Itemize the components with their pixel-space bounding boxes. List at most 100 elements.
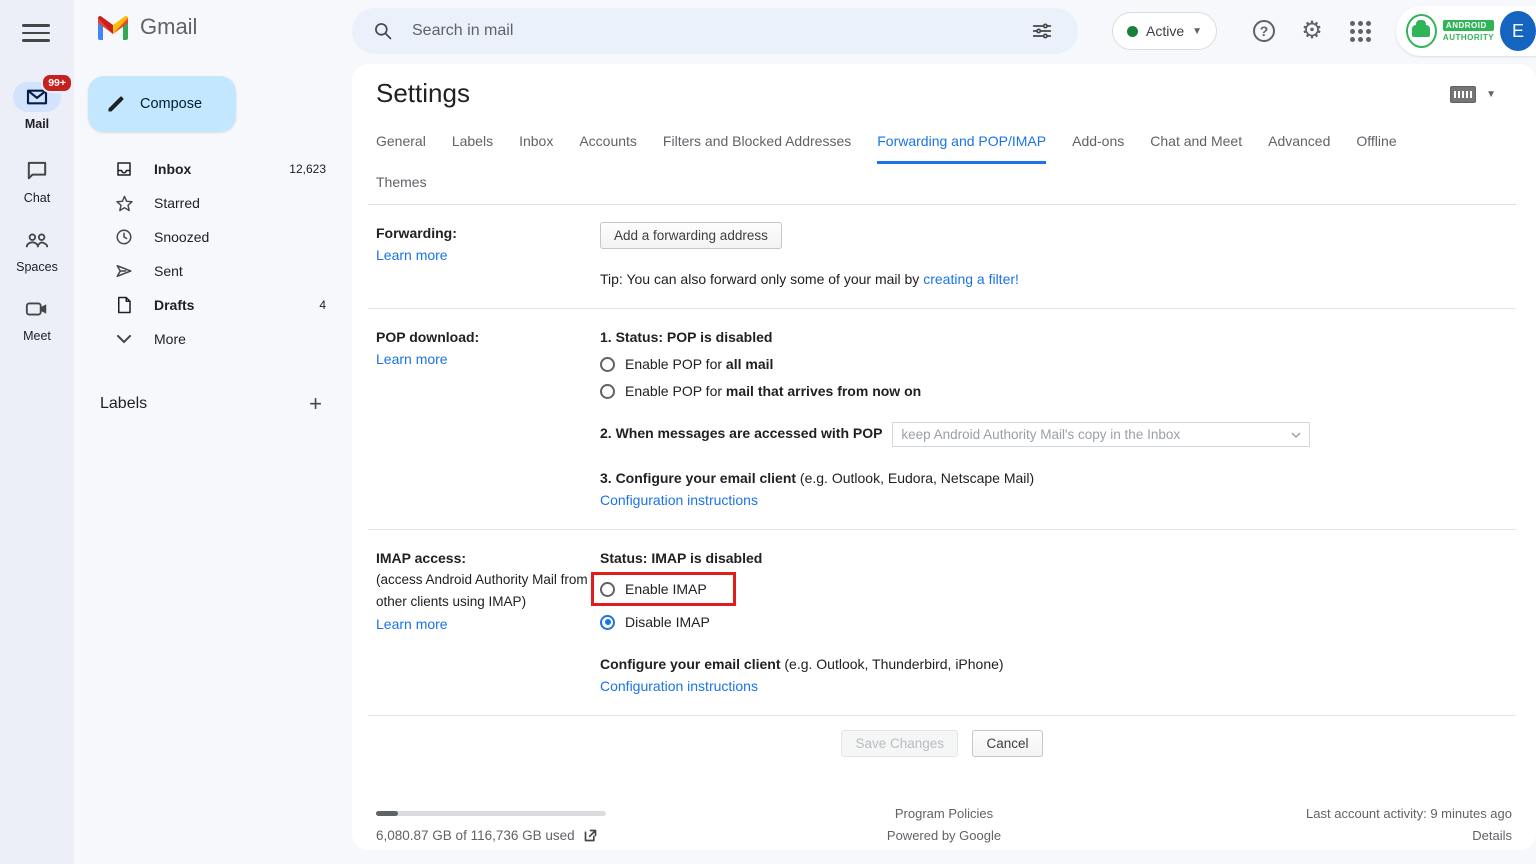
search-bar	[352, 8, 1078, 54]
tab-general[interactable]: General	[376, 133, 426, 164]
active-status-dot	[1127, 25, 1138, 37]
settings-tabs: General Labels Inbox Accounts Filters an…	[368, 109, 1516, 164]
settings-button[interactable]: ⚙	[1290, 9, 1334, 53]
enable-imap-highlight: Enable IMAP	[591, 572, 736, 606]
imap-configuration-instructions-link[interactable]: Configuration instructions	[600, 678, 758, 694]
rail-item-mail[interactable]: 99+ Mail	[0, 73, 74, 131]
search-icon[interactable]	[366, 14, 400, 48]
chevron-down-icon	[114, 329, 134, 349]
select-value: keep Android Authority Mail's copy in th…	[901, 426, 1181, 442]
sidebar-item-label: Snoozed	[154, 229, 210, 245]
tab-chat-and-meet[interactable]: Chat and Meet	[1150, 133, 1242, 164]
help-icon: ?	[1253, 20, 1275, 42]
sidebar-item-label: More	[154, 331, 186, 347]
pop-copy-behavior-select[interactable]: keep Android Authority Mail's copy in th…	[892, 422, 1311, 447]
create-label-button[interactable]: +	[309, 393, 322, 415]
star-icon	[114, 193, 134, 213]
powered-by-text: Powered by Google	[886, 828, 1002, 843]
sidebar-item-label: Sent	[154, 263, 183, 279]
activity-details-link[interactable]: Details	[1212, 825, 1512, 847]
tab-offline[interactable]: Offline	[1356, 133, 1396, 164]
sidebar-item-snoozed[interactable]: Snoozed	[74, 220, 352, 254]
sidebar-item-label: Drafts	[154, 297, 195, 313]
search-input[interactable]	[412, 22, 1020, 40]
meet-icon	[25, 300, 49, 318]
tab-inbox[interactable]: Inbox	[519, 133, 553, 164]
android-authority-logo	[1406, 14, 1437, 48]
sidebar-item-count: 12,623	[289, 162, 326, 176]
imap-sublabel: (access Android Authority Mail from othe…	[376, 572, 588, 609]
pop-label: POP download:	[376, 329, 480, 345]
mail-pill[interactable]: 99+	[13, 73, 73, 112]
pop-configuration-instructions-link[interactable]: Configuration instructions	[600, 492, 758, 508]
sidebar-item-more[interactable]: More	[74, 322, 352, 356]
brand-line-2: AUTHORITY	[1442, 33, 1495, 42]
chat-pill[interactable]	[13, 156, 61, 186]
add-forwarding-address-button[interactable]: Add a forwarding address	[600, 222, 782, 249]
help-button[interactable]: ?	[1242, 9, 1286, 53]
settings-panel: Settings ▼ General Labels Inbox Accounts…	[352, 64, 1536, 850]
tab-forwarding-pop-imap[interactable]: Forwarding and POP/IMAP	[877, 133, 1047, 164]
account-switcher[interactable]: ANDROID AUTHORITY E	[1396, 6, 1536, 56]
status-selector[interactable]: Active ▼	[1112, 12, 1218, 50]
enable-imap-radio[interactable]	[600, 581, 615, 597]
storage-progress-fill	[376, 811, 398, 816]
pop-download-section: POP download: Learn more 1. Status: POP …	[368, 309, 1516, 530]
sidebar-item-inbox[interactable]: Inbox 12,623	[74, 152, 352, 186]
gmail-m-icon	[96, 14, 130, 40]
rail-label-meet: Meet	[23, 329, 51, 343]
forwarding-tip-text: Tip: You can also forward only some of y…	[600, 271, 924, 287]
sidebar-item-sent[interactable]: Sent	[74, 254, 352, 288]
program-policies-link[interactable]: Program Policies	[676, 803, 1212, 825]
draft-icon	[114, 295, 134, 315]
forwarding-label: Forwarding:	[376, 225, 457, 241]
labels-header: Labels +	[74, 386, 352, 422]
tab-labels[interactable]: Labels	[452, 133, 493, 164]
rail-item-meet[interactable]: Meet	[0, 294, 74, 343]
sidebar-item-starred[interactable]: Starred	[74, 186, 352, 220]
tab-accounts[interactable]: Accounts	[579, 133, 637, 164]
spaces-icon	[25, 230, 49, 250]
keyboard-icon	[1450, 86, 1477, 103]
main-menu-button[interactable]	[22, 19, 50, 43]
radio-label: Enable POP for all mail	[625, 356, 774, 372]
creating-a-filter-link[interactable]: creating a filter!	[923, 271, 1019, 287]
disable-imap-radio[interactable]	[600, 614, 615, 630]
form-actions: Save Changes Cancel	[368, 716, 1516, 757]
disable-imap-label: Disable IMAP	[625, 614, 710, 630]
pop-configure-rest: (e.g. Outlook, Eudora, Netscape Mail)	[796, 470, 1035, 486]
imap-learn-more-link[interactable]: Learn more	[376, 616, 448, 632]
pop-configure-label: 3. Configure your email client	[600, 470, 797, 486]
avatar[interactable]: E	[1500, 11, 1536, 51]
compose-button[interactable]: Compose	[88, 76, 236, 132]
cancel-button[interactable]: Cancel	[972, 730, 1043, 757]
save-changes-button[interactable]: Save Changes	[841, 730, 959, 757]
search-options-icon[interactable]	[1020, 9, 1064, 53]
forwarding-learn-more-link[interactable]: Learn more	[376, 247, 448, 263]
tab-filters[interactable]: Filters and Blocked Addresses	[663, 133, 851, 164]
pop-status-text: 1. Status: POP is disabled	[600, 329, 773, 345]
chevron-down-icon: ▼	[1192, 25, 1203, 37]
rail-label-chat: Chat	[23, 191, 51, 205]
enable-pop-all-mail-radio[interactable]	[600, 356, 615, 372]
google-apps-button[interactable]	[1338, 9, 1382, 53]
tab-themes[interactable]: Themes	[376, 174, 427, 204]
sidebar-item-drafts[interactable]: Drafts 4	[74, 288, 352, 322]
spaces-pill[interactable]	[13, 225, 61, 255]
enable-pop-from-now-on-radio[interactable]	[600, 383, 615, 399]
tab-add-ons[interactable]: Add-ons	[1072, 133, 1124, 164]
rail-label-spaces: Spaces	[16, 260, 58, 274]
imap-status-text: Status: IMAP is disabled	[600, 550, 763, 566]
gmail-wordmark: Gmail	[140, 14, 198, 39]
meet-pill[interactable]	[13, 294, 61, 324]
imap-label: IMAP access:	[376, 550, 467, 566]
rail-item-chat[interactable]: Chat	[0, 156, 74, 205]
external-link-icon[interactable]	[583, 828, 598, 843]
storage-usage-text: 6,080.87 GB of 116,736 GB used	[376, 828, 575, 843]
rail-item-spaces[interactable]: Spaces	[0, 225, 74, 274]
input-tools-toggle[interactable]: ▼	[1450, 86, 1496, 103]
last-activity-text: Last account activity: 9 minutes ago	[1306, 806, 1512, 821]
tab-advanced[interactable]: Advanced	[1268, 133, 1330, 164]
page-title: Settings	[376, 78, 470, 108]
pop-learn-more-link[interactable]: Learn more	[376, 351, 448, 367]
